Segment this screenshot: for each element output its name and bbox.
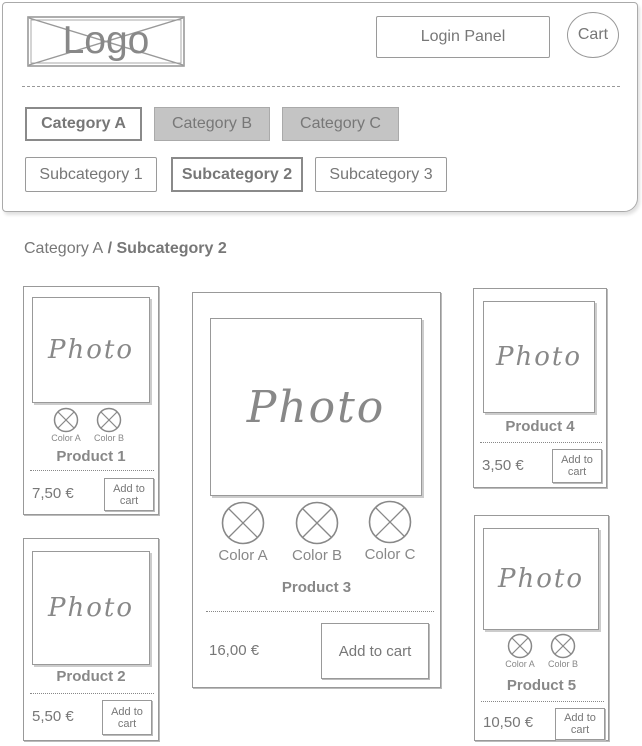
add-to-cart-button[interactable]: Add to cart (555, 708, 605, 740)
product-photo[interactable]: Photo (483, 528, 599, 630)
product-card-5: Photo Color A Color B Product 5 10,50 € … (474, 515, 609, 741)
color-swatch-b[interactable]: Color B (287, 501, 347, 564)
tab-category-b-label: Category B (171, 115, 253, 132)
color-swatch-b[interactable]: Color B (545, 633, 581, 669)
logo[interactable]: Logo (27, 16, 185, 67)
header-divider (22, 86, 620, 87)
photo-label: Photo (496, 342, 582, 372)
breadcrumb-category[interactable]: Category A (24, 240, 103, 257)
product-divider (480, 442, 602, 443)
swatch-x-icon (96, 407, 122, 433)
login-panel-label: Login Panel (420, 28, 506, 45)
add-to-cart-button[interactable]: Add to cart (102, 700, 152, 735)
product-divider (30, 470, 154, 471)
photo-label: Photo (48, 335, 134, 365)
tab-subcategory-1[interactable]: Subcategory 1 (25, 157, 157, 192)
tab-category-a-label: Category A (41, 115, 126, 132)
swatch-label: Color B (93, 433, 124, 443)
swatch-label: Color B (547, 659, 578, 669)
swatch-label: Color C (364, 546, 416, 563)
product-name: Product 2 (56, 668, 126, 685)
add-to-cart-button[interactable]: Add to cart (552, 449, 602, 483)
photo-label: Photo (246, 381, 386, 433)
product-name: Product 3 (281, 579, 352, 596)
product-price: 7,50 € (32, 485, 74, 502)
product-card-1: Photo Color A Color B Product 1 7,50 € A… (23, 286, 159, 515)
swatch-x-icon (550, 633, 576, 659)
tab-category-a[interactable]: Category A (25, 107, 142, 141)
product-divider (206, 611, 434, 612)
tab-subcategory-1-label: Subcategory 1 (39, 165, 143, 183)
product-photo[interactable]: Photo (483, 301, 595, 413)
swatch-label: Color A (218, 547, 268, 564)
add-to-cart-button[interactable]: Add to cart (104, 478, 154, 511)
swatch-label: Color B (291, 547, 343, 564)
swatch-x-icon (221, 501, 265, 545)
product-name: Product 5 (506, 677, 577, 694)
product-divider (481, 701, 604, 702)
product-card-3: Photo Color A Color B Color C Product 3 … (192, 292, 441, 688)
product-price: 10,50 € (483, 714, 534, 731)
product-price: 16,00 € (209, 642, 260, 659)
photo-label: Photo (498, 564, 584, 594)
color-swatch-a[interactable]: Color A (48, 407, 84, 443)
product-name: Product 1 (56, 448, 126, 465)
login-panel-button[interactable]: Login Panel (376, 16, 550, 58)
product-name: Product 4 (505, 418, 575, 435)
swatch-x-icon (53, 407, 79, 433)
product-price: 3,50 € (482, 457, 524, 474)
add-to-cart-button[interactable]: Add to cart (321, 623, 429, 679)
color-swatch-a[interactable]: Color A (213, 501, 273, 564)
color-swatch-b[interactable]: Color B (91, 407, 127, 443)
swatch-x-icon (295, 501, 339, 545)
cart-button[interactable]: Cart (567, 12, 619, 58)
product-photo[interactable]: Photo (210, 318, 422, 496)
swatch-x-icon (368, 500, 412, 544)
color-swatch-a[interactable]: Color A (502, 633, 538, 669)
product-card-4: Photo Product 4 3,50 € Add to cart (473, 288, 607, 488)
product-card-2: Photo Product 2 5,50 € Add to cart (23, 538, 159, 741)
tab-category-c[interactable]: Category C (282, 107, 399, 141)
swatch-label: Color A (505, 659, 535, 669)
tab-subcategory-2[interactable]: Subcategory 2 (171, 157, 303, 192)
tab-subcategory-3-label: Subcategory 3 (329, 165, 433, 183)
cart-label: Cart (577, 26, 609, 43)
breadcrumb-separator: / (103, 240, 117, 257)
breadcrumb-subcategory: Subcategory 2 (116, 240, 227, 257)
product-photo[interactable]: Photo (32, 297, 150, 403)
photo-label: Photo (48, 593, 134, 623)
tab-category-b[interactable]: Category B (154, 107, 270, 141)
swatch-label: Color A (51, 433, 81, 443)
tab-category-c-label: Category C (300, 115, 381, 132)
logo-text: Logo (62, 19, 150, 62)
swatch-x-icon (507, 633, 533, 659)
product-price: 5,50 € (32, 708, 74, 725)
product-photo[interactable]: Photo (32, 551, 150, 665)
breadcrumb: Category A / Subcategory 2 (24, 240, 227, 258)
tab-subcategory-3[interactable]: Subcategory 3 (315, 157, 447, 192)
tab-subcategory-2-label: Subcategory 2 (181, 165, 293, 183)
product-divider (30, 693, 154, 694)
color-swatch-c[interactable]: Color C (360, 500, 420, 563)
